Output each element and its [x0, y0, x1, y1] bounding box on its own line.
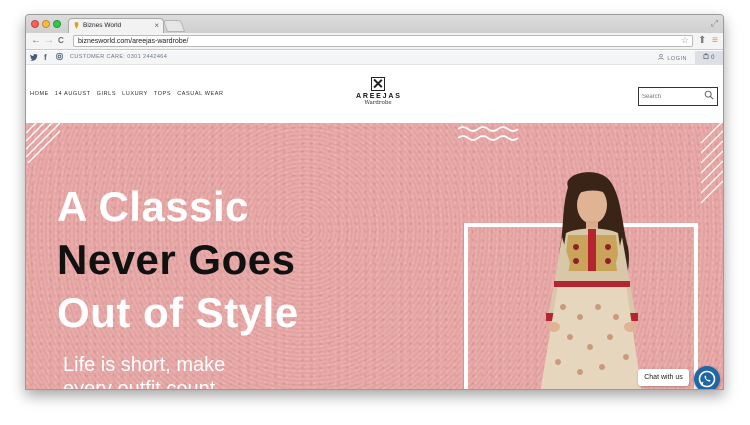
tab-strip: Biznes World × ⤢	[26, 15, 723, 33]
main-menu: HOME 14 AUGUST GIRLS LUXURY TOPS CASUAL …	[30, 91, 224, 97]
new-tab-button[interactable]	[162, 20, 186, 32]
search-input[interactable]	[642, 92, 700, 102]
menu-item-girls[interactable]: GIRLS	[97, 91, 117, 97]
hero-banner: A Classic Never Goes Out of Style Life i…	[26, 123, 723, 390]
stripes-decoration-right	[701, 123, 723, 204]
login-link[interactable]: LOGIN	[658, 54, 687, 62]
fullscreen-icon[interactable]: ⤢	[711, 18, 718, 29]
customer-care-text: CUSTOMER CARE: 0301 2442464	[70, 54, 168, 60]
site-topbar: f CUSTOMER CARE: 0301 2442464 LOGIN 0	[26, 51, 723, 65]
logo-subtitle: Wardrobe	[364, 100, 392, 106]
maximize-window-button[interactable]	[53, 20, 61, 28]
forward-button[interactable]: →	[44, 35, 54, 47]
logo-name: AREEJAS	[356, 93, 402, 100]
minimize-window-button[interactable]	[42, 20, 50, 28]
menu-item-tops[interactable]: TOPS	[154, 91, 171, 97]
menu-item-home[interactable]: HOME	[30, 91, 49, 97]
hero-subtitle-line-1: Life is short, make	[63, 354, 226, 376]
reload-button[interactable]: C	[58, 35, 64, 47]
hero-heading-line-3: Out of Style	[57, 289, 299, 336]
cart-button[interactable]: 0	[695, 51, 723, 65]
twitter-icon[interactable]	[30, 53, 38, 64]
browser-window: Biznes World × ⤢ ← → C biznesworld.com/a…	[25, 14, 724, 390]
user-icon	[658, 54, 665, 62]
menu-item-14-august[interactable]: 14 AUGUST	[55, 91, 91, 97]
close-window-button[interactable]	[31, 20, 39, 28]
webpage: f CUSTOMER CARE: 0301 2442464 LOGIN 0 HO…	[26, 51, 723, 390]
stripes-decoration-left	[26, 123, 60, 163]
tab-title: Biznes World	[83, 22, 122, 29]
model-girl-image	[540, 172, 642, 389]
chat-with-us-label[interactable]: Chat with us	[638, 369, 689, 386]
login-label: LOGIN	[667, 56, 687, 62]
search-icon[interactable]	[704, 90, 714, 103]
site-header: HOME 14 AUGUST GIRLS LUXURY TOPS CASUAL …	[26, 66, 723, 122]
waves-decoration	[458, 126, 519, 141]
favicon-icon	[74, 22, 79, 29]
hero-subtitle-line-2: every outfit count	[63, 378, 216, 390]
url-text: biznesworld.com/areejas-wardrobe/	[78, 38, 189, 45]
back-button[interactable]: ←	[31, 35, 41, 47]
address-bar[interactable]: biznesworld.com/areejas-wardrobe/ ☆	[73, 35, 693, 47]
search-box	[638, 87, 718, 106]
instagram-icon[interactable]	[56, 53, 63, 63]
hero-heading-line-1: A Classic	[57, 183, 250, 230]
bag-icon	[703, 53, 711, 61]
whatsapp-chat-button[interactable]	[694, 366, 720, 389]
facebook-icon[interactable]: f	[44, 53, 47, 63]
extension-icon[interactable]: ⬆	[698, 35, 706, 47]
screenshot-stage: Biznes World × ⤢ ← → C biznesworld.com/a…	[0, 0, 750, 425]
browser-toolbar: ← → C biznesworld.com/areejas-wardrobe/ …	[26, 33, 723, 50]
browser-tab[interactable]: Biznes World ×	[68, 18, 164, 33]
whatsapp-icon	[698, 370, 716, 388]
menu-item-casual-wear[interactable]: CASUAL WEAR	[177, 91, 223, 97]
star-icon[interactable]: ☆	[681, 35, 689, 46]
menu-icon[interactable]: ≡	[712, 35, 718, 47]
menu-item-luxury[interactable]: LUXURY	[122, 91, 148, 97]
hero-heading-line-2: Never Goes	[57, 236, 296, 283]
cart-count: 0	[711, 55, 715, 61]
logo-mark-icon	[371, 77, 385, 91]
tab-close-icon[interactable]: ×	[154, 19, 159, 33]
site-logo[interactable]: AREEJAS Wardrobe	[356, 77, 400, 106]
